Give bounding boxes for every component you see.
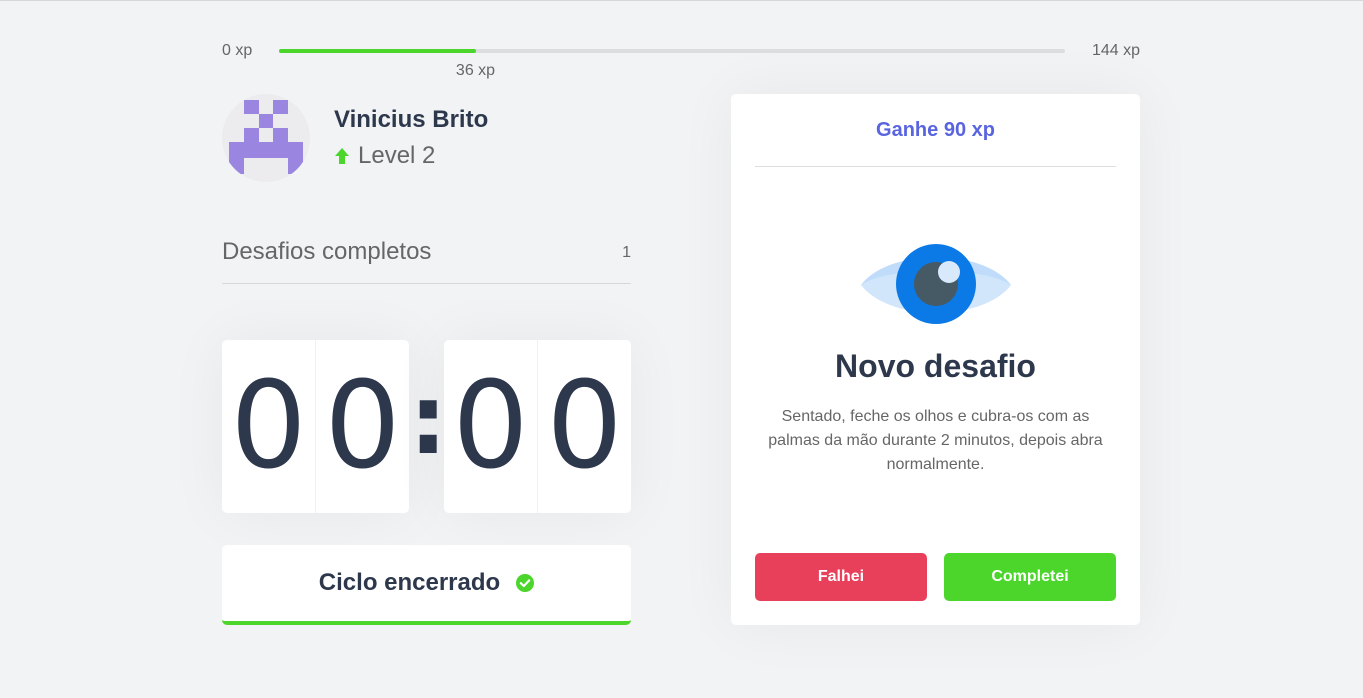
xp-min-label: 0 xp	[222, 42, 253, 59]
completed-challenges: Desafios completos 1	[222, 236, 631, 284]
xp-progress-fill	[279, 49, 476, 53]
cycle-ended-button[interactable]: Ciclo encerrado	[222, 545, 631, 625]
eye-icon	[861, 244, 1011, 324]
minute-left-digit: 0	[222, 340, 316, 513]
challenge-reward: Ganhe 90 xp	[755, 94, 1116, 167]
space-invader-avatar-icon	[229, 100, 303, 174]
countdown-seconds: 0 0	[444, 340, 631, 513]
profile: Vinicius Brito Level 2	[222, 94, 631, 182]
minute-right-digit: 0	[324, 356, 401, 496]
completed-button[interactable]: Completei	[944, 553, 1116, 601]
xp-current-label: 36 xp	[455, 62, 496, 79]
cycle-ended-label: Ciclo encerrado	[318, 569, 501, 596]
completed-challenges-label: Desafios completos	[222, 238, 432, 265]
level-row: Level 2	[334, 142, 435, 170]
second-left-digit: 0	[444, 340, 538, 513]
xp-track	[279, 49, 1065, 53]
countdown-separator: :	[409, 363, 448, 476]
level-up-arrow-icon	[335, 148, 349, 164]
challenge-card: Ganhe 90 xp Novo desafio Sentado, feche …	[731, 94, 1140, 625]
experience-bar: 0 xp 36 xp 144 xp	[222, 40, 1140, 80]
second-right-digit: 0	[546, 356, 623, 496]
challenge-description: Sentado, feche os olhos e cubra-os com a…	[768, 408, 1103, 473]
level-label: Level 2	[358, 142, 436, 169]
check-circle-icon	[516, 574, 535, 592]
challenge-title: Novo desafio	[835, 348, 1036, 384]
completed-challenges-count: 1	[622, 244, 631, 261]
avatar	[222, 94, 310, 182]
top-divider	[0, 0, 1363, 1]
user-name: Vinicius Brito	[334, 106, 489, 133]
countdown: 0 0 : 0 0	[222, 340, 631, 513]
failed-button[interactable]: Falhei	[755, 553, 927, 601]
countdown-minutes: 0 0	[222, 340, 409, 513]
xp-max-label: 144 xp	[1091, 42, 1140, 59]
